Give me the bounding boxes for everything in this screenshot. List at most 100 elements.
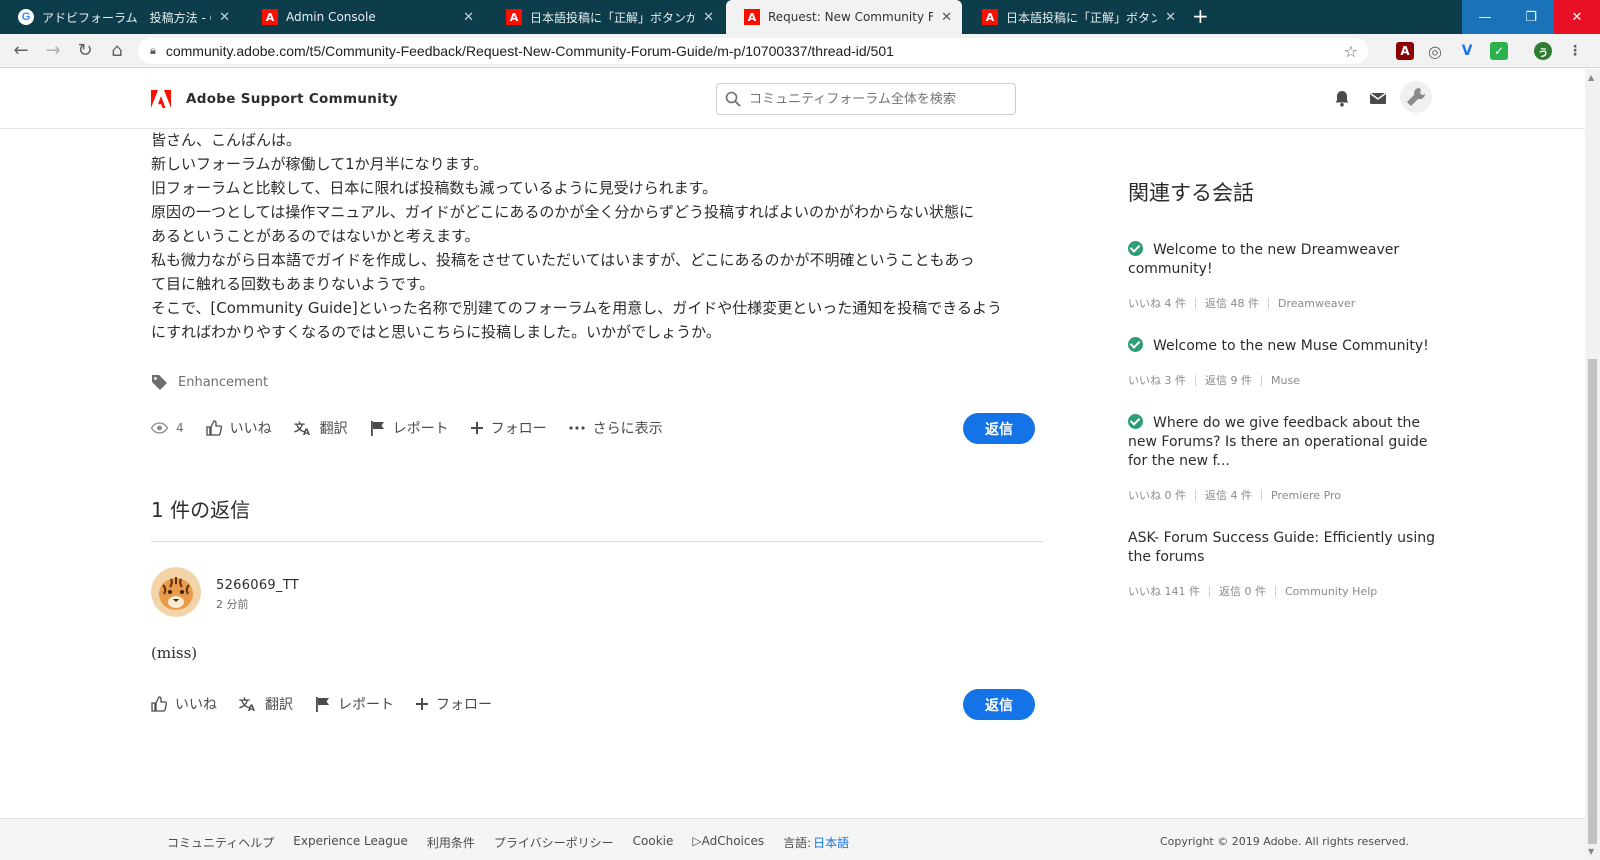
tag-label[interactable]: Enhancement [178, 375, 268, 390]
site-brand-name[interactable]: Adobe Support Community [186, 91, 398, 107]
reply-to-reply-button[interactable]: 返信 [963, 689, 1035, 720]
conversation-likes: いいね 3 件 [1128, 374, 1186, 387]
scrollbar-thumb[interactable] [1588, 359, 1597, 844]
headphones-extension-icon[interactable]: ◎ [1426, 42, 1444, 61]
adobe-logo-icon[interactable] [151, 90, 171, 108]
report-label[interactable]: レポート [338, 694, 394, 714]
footer-link[interactable]: ▷AdChoices [692, 834, 764, 851]
new-tab-icon[interactable]: + [1192, 6, 1209, 26]
related-conversations-title: 関連する会話 [1128, 181, 1254, 205]
user-avatar[interactable] [1400, 81, 1432, 113]
conversation-title[interactable]: Welcome to the new Muse Community! [1153, 338, 1429, 354]
reply-user-avatar[interactable] [151, 567, 201, 617]
translate-label[interactable]: 翻訳 [265, 694, 293, 714]
conversation-likes: いいね 141 件 [1128, 585, 1200, 598]
reply-translate-button[interactable]: 文 A 翻訳 [239, 694, 293, 714]
report-button[interactable]: レポート [370, 418, 449, 438]
browser-tab-3[interactable]: A 日本語投稿に「正解」ボタンが見当た ✕ [488, 0, 724, 34]
restore-icon[interactable]: ❐ [1508, 0, 1554, 34]
browser-tab-1[interactable]: G アドビフォーラム 投稿方法 - Googl ✕ [0, 0, 240, 34]
more-label[interactable]: さらに表示 [593, 418, 663, 438]
footer-link[interactable]: プライバシーポリシー [494, 834, 614, 851]
more-button[interactable]: さらに表示 [569, 418, 663, 438]
footer-link[interactable]: コミュニティヘルプ [167, 834, 274, 851]
like-label[interactable]: いいね [230, 418, 272, 438]
search-input[interactable] [749, 91, 999, 107]
reply-username[interactable]: 5266069_TT [216, 578, 299, 593]
reply-follow-button[interactable]: フォロー [416, 694, 492, 714]
like-button[interactable]: いいね [205, 418, 272, 438]
related-conversation[interactable]: ASK- Forum Success Guide: Efficiently us… [1128, 529, 1438, 599]
conversation-board[interactable]: Premiere Pro [1271, 489, 1341, 502]
language-selector[interactable]: 日本語 [813, 834, 849, 851]
url-text[interactable]: community.adobe.com/t5/Community-Feedbac… [166, 43, 1344, 59]
conversation-title-row[interactable]: Welcome to the new Dreamweaver community… [1128, 241, 1438, 279]
messages-envelope-icon[interactable] [1370, 90, 1386, 109]
browser-tab-2[interactable]: A Admin Console ✕ [244, 0, 484, 34]
browser-tab-active[interactable]: A Request: New Community Forum ✕ [726, 0, 962, 34]
v-extension-icon[interactable]: V [1458, 42, 1476, 60]
related-conversation[interactable]: Welcome to the new Muse Community! いいね 3… [1128, 337, 1438, 388]
follow-button[interactable]: フォロー [470, 418, 547, 438]
tab-close-icon[interactable]: ✕ [463, 10, 474, 25]
post-tag[interactable]: Enhancement [151, 374, 268, 391]
tab-close-icon[interactable]: ✕ [1165, 10, 1176, 25]
tab-close-icon[interactable]: ✕ [219, 10, 230, 25]
back-icon[interactable]: ← [10, 41, 32, 61]
tab-close-icon[interactable]: ✕ [941, 10, 952, 25]
follow-label[interactable]: フォロー [491, 418, 547, 438]
reply-body: (miss) [151, 644, 198, 662]
report-label[interactable]: レポート [393, 418, 449, 438]
like-label[interactable]: いいね [175, 694, 217, 714]
conversation-board[interactable]: Muse [1271, 374, 1300, 387]
community-search[interactable] [716, 83, 1016, 115]
browser-tab-5[interactable]: A 日本語投稿に「正解」ボタンが見当た ✕ [964, 0, 1186, 34]
profile-avatar-icon[interactable]: ぅ [1534, 42, 1552, 60]
conversation-board[interactable]: Community Help [1285, 585, 1377, 598]
notifications-bell-icon[interactable] [1334, 90, 1350, 111]
related-conversation[interactable]: Where do we give feedback about the new … [1128, 414, 1438, 503]
footer-link[interactable]: 利用条件 [427, 834, 475, 851]
divider [151, 541, 1043, 542]
window-close-icon[interactable]: ✕ [1554, 0, 1600, 34]
follow-label[interactable]: フォロー [436, 694, 492, 714]
conversation-board[interactable]: Dreamweaver [1278, 297, 1355, 310]
acrobat-extension-icon[interactable]: A [1396, 42, 1414, 60]
footer-link[interactable]: Experience League [293, 834, 408, 851]
check-extension-icon[interactable]: ✓ [1490, 42, 1508, 60]
google-icon: G [18, 9, 34, 25]
conversation-meta: いいね 0 件 返信 4 件 Premiere Pro [1128, 487, 1438, 503]
plus-icon [470, 422, 483, 434]
footer-link[interactable]: Cookie [633, 834, 674, 851]
conversation-title-row[interactable]: ASK- Forum Success Guide: Efficiently us… [1128, 529, 1438, 567]
home-icon[interactable]: ⌂ [106, 41, 128, 61]
replies-heading: 1 件の返信 [151, 498, 251, 522]
related-conversation[interactable]: Welcome to the new Dreamweaver community… [1128, 241, 1438, 311]
conversation-title-row[interactable]: Where do we give feedback about the new … [1128, 414, 1438, 471]
translate-button[interactable]: 文 A 翻訳 [294, 418, 348, 438]
scroll-up-icon[interactable]: ▲ [1588, 73, 1594, 82]
browser-menu-icon[interactable]: ⋮ [1566, 42, 1584, 60]
conversation-title[interactable]: Where do we give feedback about the new … [1128, 415, 1428, 469]
url-bar[interactable]: 🔒︎ community.adobe.com/t5/Community-Feed… [138, 38, 1368, 64]
flag-icon [316, 697, 329, 712]
solved-check-icon [1128, 414, 1143, 429]
translate-icon: 文 A [294, 420, 310, 436]
conversation-title[interactable]: Welcome to the new Dreamweaver community… [1128, 242, 1399, 277]
reply-button[interactable]: 返信 [963, 413, 1035, 444]
reload-icon[interactable]: ↻ [74, 41, 96, 61]
translate-label[interactable]: 翻訳 [320, 418, 348, 438]
reply-report-button[interactable]: レポート [315, 694, 394, 714]
tab-close-icon[interactable]: ✕ [703, 10, 714, 25]
conversation-title[interactable]: ASK- Forum Success Guide: Efficiently us… [1128, 530, 1435, 565]
bookmark-star-icon[interactable]: ☆ [1344, 42, 1358, 61]
reply-like-button[interactable]: いいね [151, 694, 217, 714]
post-line: て目に触れる回数もあまりないようです。 [151, 275, 435, 293]
conversation-meta: いいね 4 件 返信 48 件 Dreamweaver [1128, 295, 1438, 311]
minimize-icon[interactable]: — [1462, 0, 1508, 34]
conversation-title-row[interactable]: Welcome to the new Muse Community! [1128, 337, 1438, 356]
forward-icon[interactable]: → [42, 41, 64, 61]
language-label: 言語: [783, 836, 812, 850]
scroll-down-icon[interactable]: ▼ [1588, 847, 1594, 856]
page-scrollbar[interactable]: ▲ ▼ [1585, 69, 1600, 860]
